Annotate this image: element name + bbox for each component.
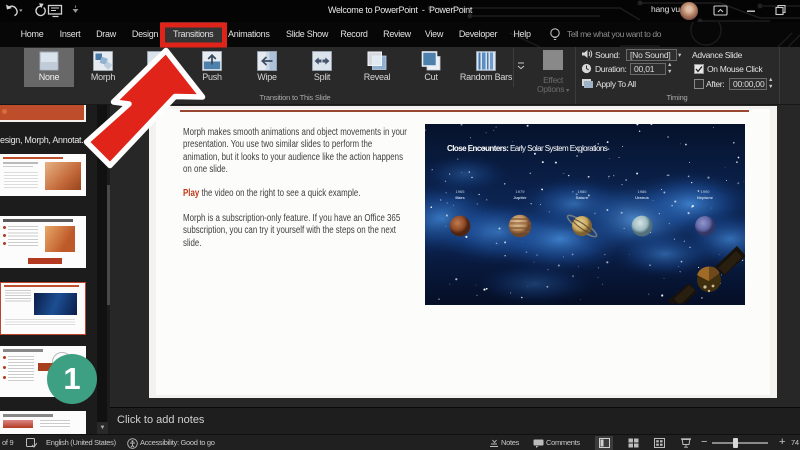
svg-text:1979: 1979 <box>516 189 526 194</box>
svg-text:Saturn: Saturn <box>576 195 589 200</box>
svg-text:Jupiter: Jupiter <box>513 195 527 200</box>
svg-text:Neptune: Neptune <box>697 195 714 200</box>
svg-text:Mars: Mars <box>455 195 465 200</box>
svg-text:1986: 1986 <box>638 189 648 194</box>
svg-text:1980: 1980 <box>578 189 588 194</box>
svg-text:1965: 1965 <box>456 189 466 194</box>
svg-text:1990: 1990 <box>701 189 711 194</box>
svg-text:Uranus: Uranus <box>635 195 650 200</box>
svg-text:Close Encounters: Early Solar: Close Encounters: Early Solar System Exp… <box>447 144 608 153</box>
